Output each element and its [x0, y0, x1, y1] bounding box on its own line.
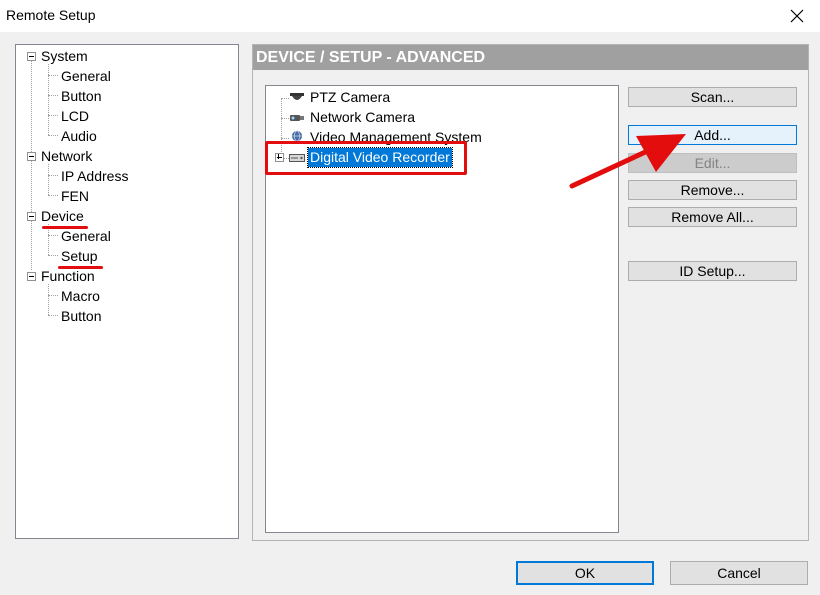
device-item-ptz-camera[interactable]: PTZ Camera [310, 87, 390, 107]
tree-connector [48, 135, 58, 136]
tree-function-line [48, 284, 49, 315]
tree-node-function-button[interactable]: Button [61, 306, 101, 326]
tree-root-line [31, 60, 32, 270]
tree-node-device-general[interactable]: General [61, 226, 111, 246]
annotation-arrow-icon [569, 134, 686, 189]
tree-connector [48, 315, 58, 316]
tree-node-system-general[interactable]: General [61, 66, 111, 86]
tree-node-system-lcd[interactable]: LCD [61, 106, 89, 126]
tree-node-device-setup[interactable]: Setup [61, 246, 98, 266]
collapse-icon[interactable] [27, 152, 36, 161]
tree-connector [48, 195, 58, 196]
collapse-icon[interactable] [27, 52, 36, 61]
tree-node-system-button[interactable]: Button [61, 86, 101, 106]
tree-connector [281, 138, 289, 139]
device-item-network-camera[interactable]: Network Camera [310, 107, 415, 127]
collapse-icon[interactable] [27, 212, 36, 221]
remove-all-button[interactable]: Remove All... [628, 207, 797, 227]
tree-node-network-fen[interactable]: FEN [61, 186, 89, 206]
close-button[interactable] [774, 0, 820, 32]
tree-node-system-audio[interactable]: Audio [61, 126, 97, 146]
settings-tree[interactable]: System General Button LCD Audio Network … [15, 44, 239, 539]
tree-connector [48, 95, 58, 96]
id-setup-button[interactable]: ID Setup... [628, 261, 797, 281]
panel-header: DEVICE / SETUP - ADVANCED [253, 45, 808, 70]
tree-node-function-macro[interactable]: Macro [61, 286, 100, 306]
tree-node-device[interactable]: Device [41, 206, 84, 226]
tree-node-network[interactable]: Network [41, 146, 92, 166]
close-icon [790, 9, 804, 23]
scan-button[interactable]: Scan... [628, 87, 797, 107]
tree-node-network-ip-address[interactable]: IP Address [61, 166, 128, 186]
collapse-icon[interactable] [27, 272, 36, 281]
ptz-camera-icon [290, 93, 304, 100]
cancel-button[interactable]: Cancel [670, 561, 808, 585]
network-camera-icon [290, 115, 304, 121]
tree-connector [48, 175, 58, 176]
tree-connector [281, 98, 289, 99]
tree-node-function[interactable]: Function [41, 266, 95, 286]
tree-connector [48, 75, 58, 76]
window-title: Remote Setup [6, 7, 96, 23]
ok-button[interactable]: OK [516, 561, 654, 585]
tree-node-system[interactable]: System [41, 46, 88, 66]
tree-connector [281, 118, 289, 119]
device-setup-group: DEVICE / SETUP - ADVANCED PTZ Camera Net… [252, 44, 809, 541]
tree-connector [48, 235, 58, 236]
annotation-highlight-box [265, 141, 467, 175]
tree-connector [48, 295, 58, 296]
tree-connector [48, 115, 58, 116]
tree-network-line [48, 164, 49, 195]
title-bar: Remote Setup [0, 0, 820, 32]
tree-connector [48, 255, 58, 256]
